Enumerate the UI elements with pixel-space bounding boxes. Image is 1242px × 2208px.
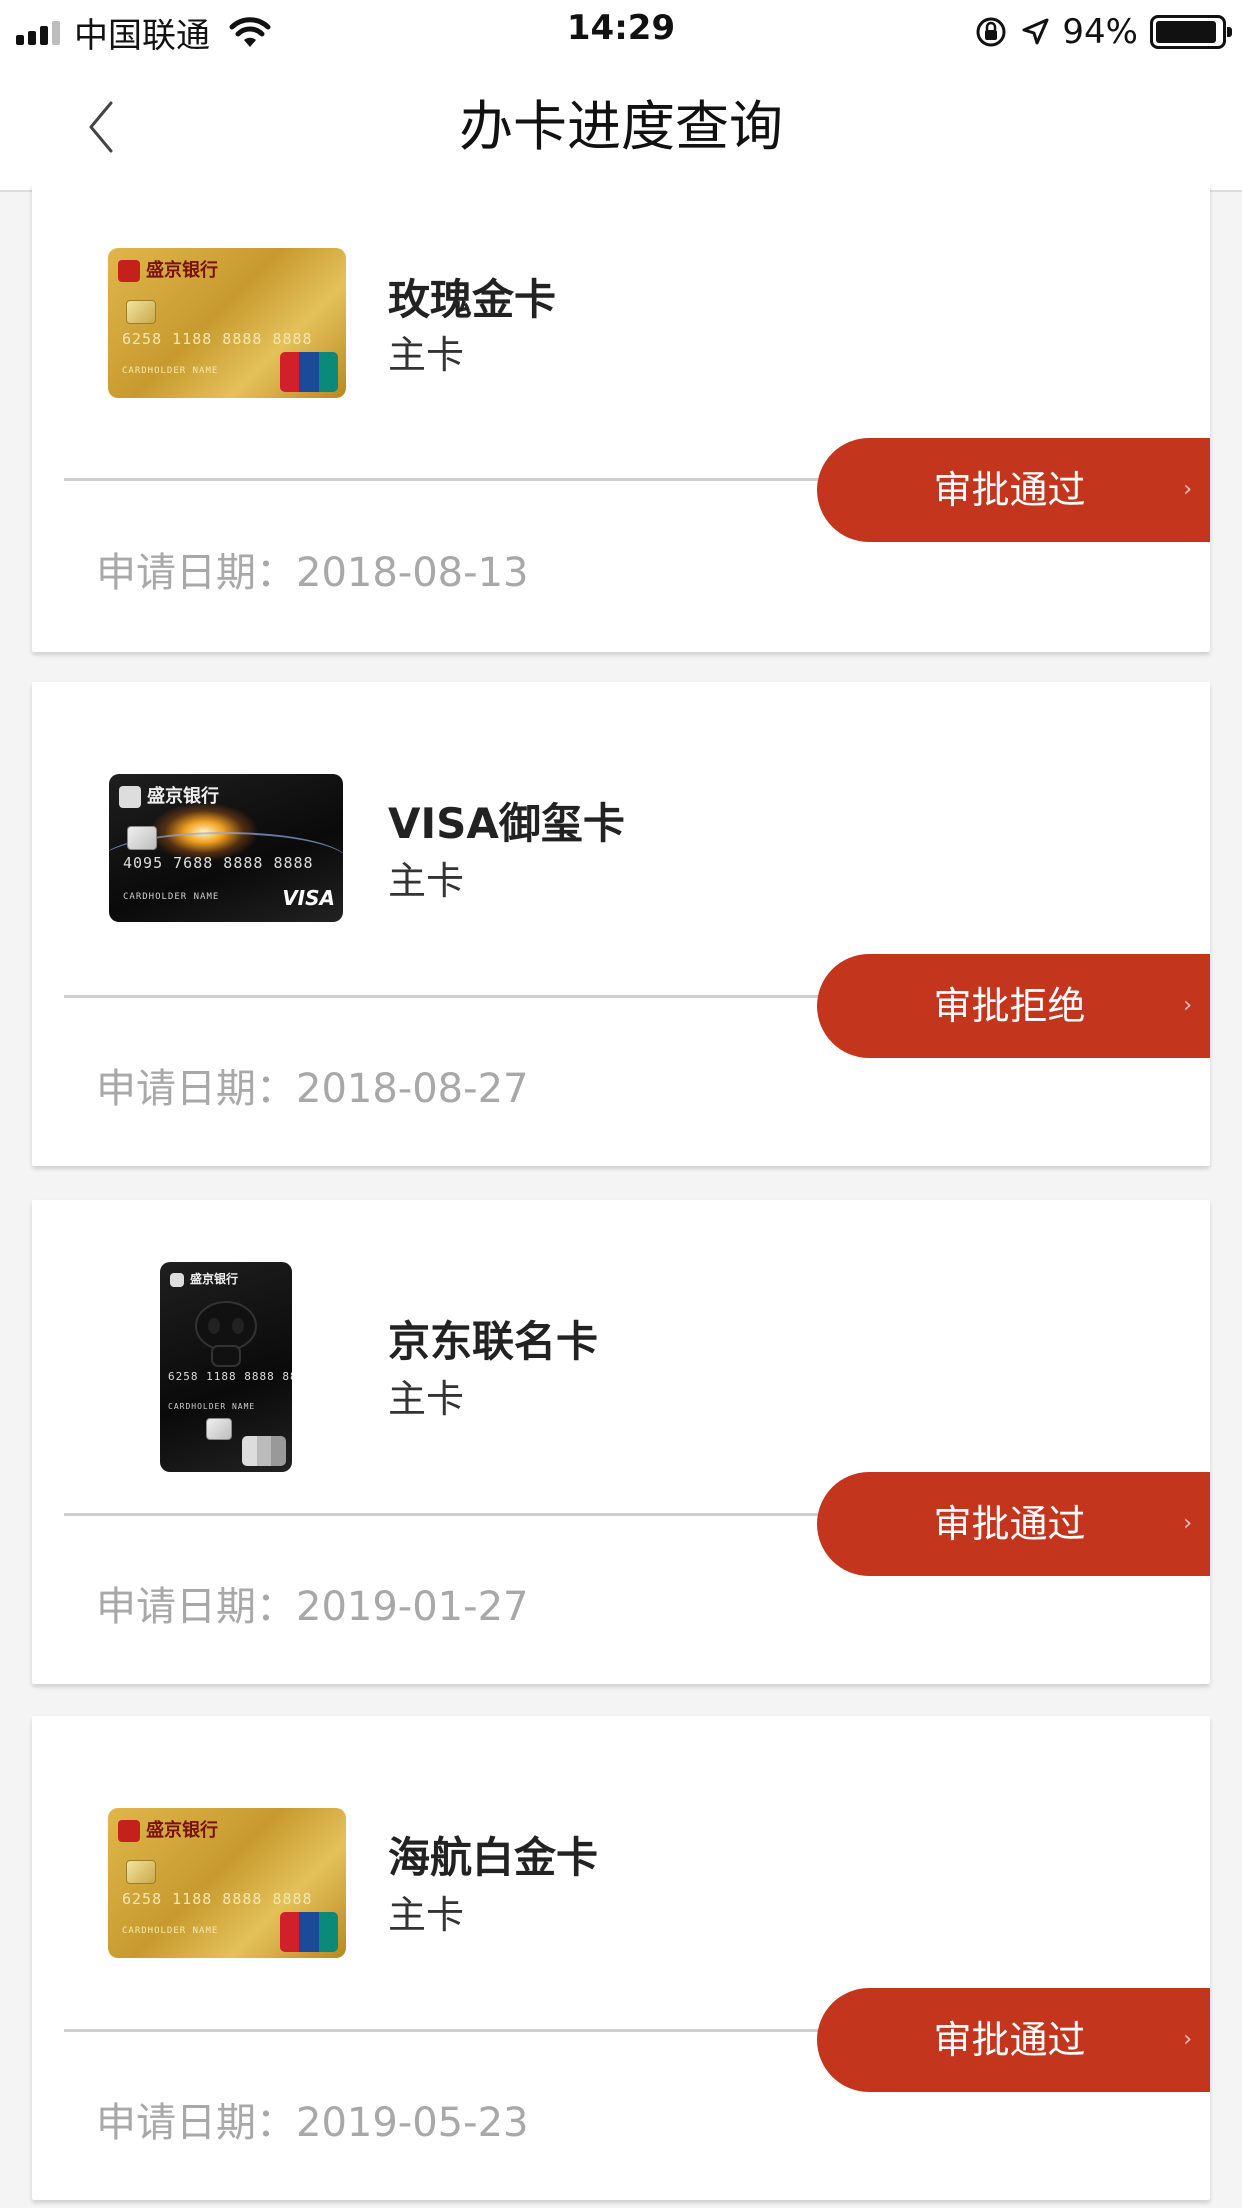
status-button[interactable]: 审批通过 › <box>817 1988 1210 2092</box>
card-type: 主卡 <box>388 1377 465 1421</box>
apply-date-value: 2019-05-23 <box>296 2100 529 2146</box>
application-card: 盛京银行 6258 1188 8888 8888 CARDHOLDER NAME… <box>32 1716 1210 2200</box>
status-label: 审批通过 <box>933 1502 1086 1546</box>
apply-date-label: 申请日期： <box>96 1584 296 1630</box>
divider <box>64 1513 818 1516</box>
card-name: 玫瑰金卡 <box>388 275 557 324</box>
apply-date: 申请日期：2018-08-13 <box>96 540 528 598</box>
apply-date-label: 申请日期： <box>96 1066 296 1112</box>
page-title: 办卡进度查询 <box>459 95 783 158</box>
divider <box>64 2029 818 2032</box>
apply-date: 申请日期：2018-08-27 <box>96 1056 528 1114</box>
battery-percent: 94% <box>1062 12 1138 52</box>
apply-date-label: 申请日期： <box>96 550 296 596</box>
gold-unionpay-card-image: 盛京银行 6258 1188 8888 8888 CARDHOLDER NAME <box>108 1808 346 1958</box>
apply-date: 申请日期：2019-01-27 <box>96 1574 528 1632</box>
status-bar: 中国联通 14:29 94% <box>0 0 1242 62</box>
application-card: 盛京银行 6258 1188 8888 8888 CARDHOLDER NAME… <box>32 1200 1210 1684</box>
status-button[interactable]: 审批通过 › <box>817 438 1210 542</box>
status-label: 审批拒绝 <box>933 984 1086 1028</box>
location-arrow-icon <box>1022 18 1049 45</box>
status-button[interactable]: 审批通过 › <box>817 1472 1210 1576</box>
card-name: VISA御玺卡 <box>388 799 625 848</box>
apply-date: 申请日期：2019-05-23 <box>96 2090 528 2148</box>
chevron-right-icon: › <box>1183 2027 1192 2052</box>
card-type: 主卡 <box>388 859 465 903</box>
chevron-right-icon: › <box>1183 993 1192 1018</box>
status-label: 审批通过 <box>933 2018 1086 2062</box>
status-button[interactable]: 审批拒绝 › <box>817 954 1210 1058</box>
gold-unionpay-card-image: 盛京银行 6258 1188 8888 8888 CARDHOLDER NAME <box>108 248 346 398</box>
status-label: 审批通过 <box>933 468 1086 512</box>
battery-icon <box>1150 15 1232 49</box>
black-visa-card-image: 盛京银行 4095 7688 8888 8888 CARDHOLDER NAME… <box>109 774 343 922</box>
application-card: 盛京银行 4095 7688 8888 8888 CARDHOLDER NAME… <box>32 682 1210 1166</box>
card-type: 主卡 <box>388 1893 465 1937</box>
black-vertical-jd-card-image: 盛京银行 6258 1188 8888 8888 CARDHOLDER NAME <box>160 1262 292 1472</box>
card-name: 京东联名卡 <box>388 1317 599 1366</box>
card-name: 海航白金卡 <box>388 1833 599 1882</box>
chevron-right-icon: › <box>1183 1511 1192 1536</box>
application-card: 盛京银行 6258 1188 8888 8888 CARDHOLDER NAME… <box>32 182 1210 652</box>
chevron-right-icon: › <box>1183 477 1192 502</box>
card-type: 主卡 <box>388 333 465 377</box>
divider <box>64 478 818 481</box>
apply-date-value: 2019-01-27 <box>296 1584 529 1630</box>
apply-date-label: 申请日期： <box>96 2100 296 2146</box>
orientation-lock-icon <box>976 17 1006 47</box>
divider <box>64 995 818 998</box>
apply-date-value: 2018-08-27 <box>296 1066 529 1112</box>
apply-date-value: 2018-08-13 <box>296 550 529 596</box>
navigation-bar: 办卡进度查询 <box>0 62 1242 192</box>
